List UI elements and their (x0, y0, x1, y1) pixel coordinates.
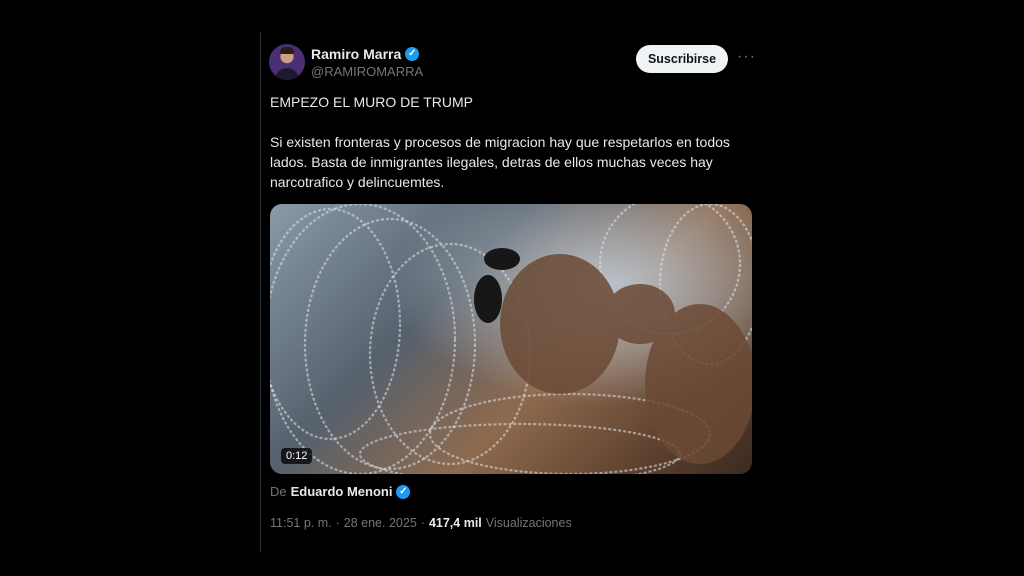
subscribe-button[interactable]: Suscribirse (636, 45, 728, 73)
meta-separator: · (420, 516, 425, 530)
source-prefix: De (270, 484, 287, 499)
post-meta: 11:51 p. m. · 28 ene. 2025 · 417,4 mil V… (270, 516, 572, 530)
author-handle[interactable]: @RAMIROMARRA (311, 64, 423, 79)
author-row: Ramiro Marra ✓ (311, 46, 420, 62)
more-options-icon[interactable]: ··· (737, 48, 756, 66)
video-duration: 0:12 (281, 448, 313, 464)
source-author[interactable]: Eduardo Menoni (291, 484, 393, 499)
post-card: Ramiro Marra ✓ @RAMIROMARRA Suscribirse … (260, 32, 765, 552)
avatar[interactable] (269, 44, 305, 80)
post-time[interactable]: 11:51 p. m. (270, 516, 332, 530)
source-attribution: De Eduardo Menoni ✓ (270, 484, 411, 499)
post-date[interactable]: 28 ene. 2025 (344, 516, 417, 530)
verified-badge-icon: ✓ (396, 484, 411, 499)
razor-wire-image (270, 204, 752, 474)
verified-badge-icon: ✓ (405, 47, 420, 61)
avatar-suit (275, 68, 299, 80)
author-name[interactable]: Ramiro Marra (311, 46, 401, 62)
post-text: EMPEZO EL MURO DE TRUMP Si existen front… (270, 92, 740, 192)
views-label: Visualizaciones (485, 516, 572, 530)
meta-separator: · (335, 516, 340, 530)
post-headline: EMPEZO EL MURO DE TRUMP (270, 94, 474, 110)
post-paragraph: Si existen fronteras y procesos de migra… (270, 134, 730, 190)
video-player[interactable]: 0:12 (270, 204, 752, 474)
avatar-hair (280, 47, 294, 54)
views-count: 417,4 mil (428, 516, 482, 530)
